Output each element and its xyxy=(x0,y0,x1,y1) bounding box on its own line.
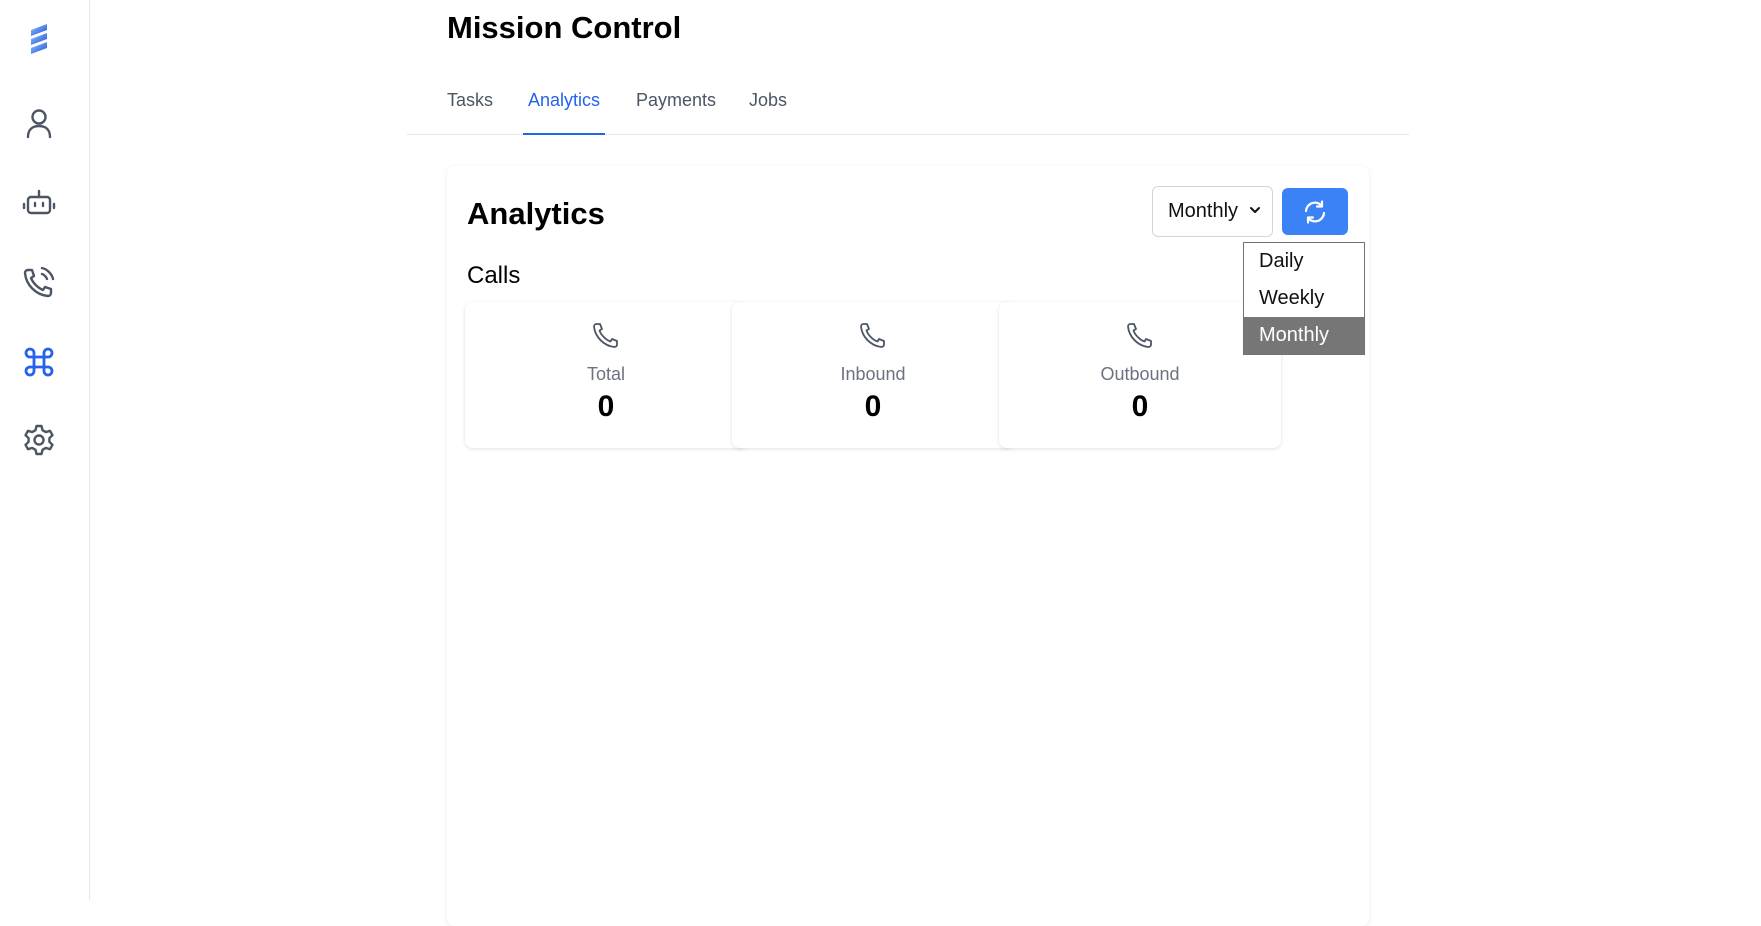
stat-label: Outbound xyxy=(1100,364,1180,384)
bot-icon[interactable] xyxy=(19,183,59,223)
stat-value: 0 xyxy=(1131,390,1149,423)
phone-icon xyxy=(1127,323,1152,348)
option-daily[interactable]: Daily xyxy=(1244,243,1364,280)
period-select[interactable]: Monthly xyxy=(1152,186,1273,237)
stat-value: 0 xyxy=(864,390,882,423)
sidebar xyxy=(0,0,90,900)
period-select-value: Monthly xyxy=(1168,200,1239,222)
command-icon[interactable] xyxy=(19,342,59,382)
chevron-down-icon xyxy=(1250,207,1260,213)
tab-payments[interactable]: Payments xyxy=(636,90,716,133)
settings-icon[interactable] xyxy=(19,420,59,460)
page-title: Mission Control xyxy=(447,10,682,45)
user-icon[interactable] xyxy=(19,103,59,143)
period-dropdown-list: Daily Weekly Monthly xyxy=(1243,242,1365,355)
tab-bar: Tasks Analytics Payments Jobs xyxy=(407,80,1409,135)
stat-label: Total xyxy=(586,364,626,384)
card-title: Analytics xyxy=(467,196,605,231)
stat-card-outbound: Outbound 0 xyxy=(999,302,1281,448)
option-monthly[interactable]: Monthly xyxy=(1244,317,1364,354)
phone-call-icon[interactable] xyxy=(19,262,59,302)
analytics-card: Analytics Monthly Calls Total 0 Inbound … xyxy=(447,166,1369,926)
logo-icon[interactable] xyxy=(19,20,59,60)
main-area: Mission Control Tasks Analytics Payments… xyxy=(90,0,1761,926)
option-weekly[interactable]: Weekly xyxy=(1244,280,1364,317)
stat-label: Inbound xyxy=(840,364,906,384)
refresh-icon xyxy=(1304,199,1326,224)
stat-card-total: Total 0 xyxy=(465,302,747,448)
stat-value: 0 xyxy=(597,390,615,423)
section-title-calls: Calls xyxy=(467,262,521,289)
tab-jobs[interactable]: Jobs xyxy=(749,90,787,133)
stat-card-inbound: Inbound 0 xyxy=(732,302,1014,448)
tab-tasks[interactable]: Tasks xyxy=(447,90,493,133)
phone-icon xyxy=(593,323,618,348)
phone-icon xyxy=(860,323,885,348)
tab-analytics[interactable]: Analytics xyxy=(523,90,606,135)
refresh-button[interactable] xyxy=(1282,188,1348,235)
